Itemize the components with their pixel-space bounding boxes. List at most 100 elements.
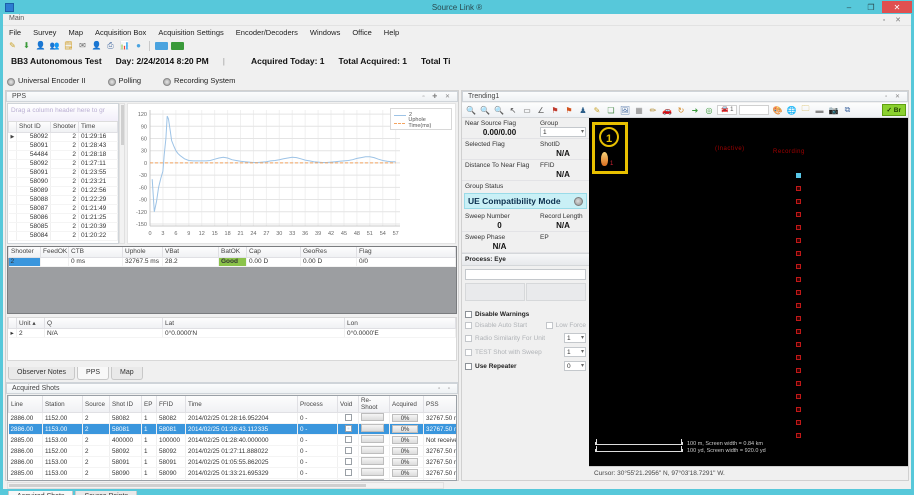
user-icon[interactable]: 👤 <box>35 40 46 51</box>
select-rect-icon[interactable]: ▭ <box>521 104 533 116</box>
acq-col-acquired[interactable]: Acquired <box>390 396 424 413</box>
pps-row[interactable]: 58091201:23:55 <box>9 168 118 177</box>
acq-col-void[interactable]: Void <box>338 396 359 413</box>
reshoot-button[interactable] <box>361 435 384 443</box>
source-point[interactable] <box>796 186 801 191</box>
menu-item-file[interactable]: File <box>9 28 21 37</box>
status-cell[interactable]: 32767.5 ms <box>123 257 163 266</box>
tab-acquired-shots[interactable]: Acquired Shots <box>8 491 73 495</box>
edit-icon[interactable]: ✎ <box>7 40 18 51</box>
reshoot-button[interactable] <box>361 468 384 476</box>
menu-item-survey[interactable]: Survey <box>33 28 56 37</box>
group-select[interactable]: 1 <box>540 127 586 137</box>
dock-caption-buttons[interactable]: ▫ ✕ <box>883 16 905 24</box>
pps-row[interactable]: 58092201:27:11 <box>9 159 118 168</box>
void-checkbox[interactable] <box>345 447 352 454</box>
source-point[interactable] <box>796 225 801 230</box>
photo-icon[interactable]: 🖼 <box>619 104 631 116</box>
acquired-shots-buttons[interactable]: ▫ ▫ <box>438 384 453 394</box>
source-point[interactable] <box>796 342 801 347</box>
status-cell[interactable]: 0/0 <box>357 257 456 266</box>
measure-icon[interactable]: ∠ <box>535 104 547 116</box>
acq-col-station[interactable]: Station <box>43 396 83 413</box>
status-col-cap[interactable]: Cap <box>247 247 301 257</box>
active-source-point[interactable] <box>796 173 801 178</box>
source-point[interactable] <box>796 264 801 269</box>
status-col-vbat[interactable]: VBat <box>163 247 219 257</box>
download-icon[interactable]: ⬇ <box>21 40 32 51</box>
pps-row[interactable]: ▶58092201:29:16 <box>9 132 118 141</box>
source-point[interactable] <box>796 407 801 412</box>
acquired-shot-row[interactable]: 2886.001152.002580891580892014/02/25 01:… <box>9 479 458 482</box>
pps-row[interactable]: 58088201:22:29 <box>9 195 118 204</box>
layer-select[interactable] <box>739 105 769 115</box>
status-col-batok[interactable]: BatOK <box>219 247 247 257</box>
vibrator-unit-icon[interactable] <box>601 152 608 166</box>
acquired-shots-table[interactable]: LineStationSourceShot IDEPFFIDTimeProces… <box>7 395 457 481</box>
acquired-shot-row[interactable]: 2886.001152.002580821580822014/02/25 01:… <box>9 413 458 424</box>
col-shooter[interactable]: Shooter <box>51 122 79 132</box>
acq-col-shot-id[interactable]: Shot ID <box>110 396 142 413</box>
lat-cell[interactable]: 0°0.0000'N <box>163 329 345 338</box>
acquired-shot-row[interactable]: 2885.001153.00240000011000002014/02/25 0… <box>9 435 458 446</box>
printer-icon[interactable]: ⎙ <box>105 40 116 51</box>
reshoot-button[interactable] <box>361 424 384 432</box>
process-field[interactable] <box>465 269 586 280</box>
acq-col-source[interactable]: Source <box>83 396 110 413</box>
draw-icon[interactable]: ✏ <box>647 104 659 116</box>
q-cell[interactable]: N/A <box>45 329 163 338</box>
unit-cell[interactable]: 2 <box>17 329 45 338</box>
source-point[interactable] <box>796 238 801 243</box>
zoom-out-icon[interactable]: 🔍 <box>479 104 491 116</box>
reshoot-button[interactable] <box>361 413 384 421</box>
source-point[interactable] <box>796 355 801 360</box>
source-point[interactable] <box>796 329 801 334</box>
source-point[interactable] <box>796 212 801 217</box>
palette-icon[interactable]: 🎨 <box>771 104 783 116</box>
source-point[interactable] <box>796 290 801 295</box>
broadcast-button[interactable]: ✓ Br <box>882 104 906 116</box>
tab-map[interactable]: Map <box>111 367 143 380</box>
void-checkbox[interactable] <box>345 436 352 443</box>
notes-icon[interactable]: 🗒 <box>63 40 74 51</box>
void-checkbox[interactable] <box>345 458 352 465</box>
unit-icon[interactable]: ♟ <box>577 104 589 116</box>
source-point[interactable] <box>796 303 801 308</box>
status-cell[interactable]: 0 ms <box>69 257 123 266</box>
col-time[interactable]: Time <box>79 122 118 132</box>
acq-col-line[interactable]: Line <box>9 396 43 413</box>
source-point[interactable] <box>796 277 801 282</box>
source-point[interactable] <box>796 394 801 399</box>
globe-icon[interactable]: ● <box>133 40 144 51</box>
acquired-shot-row[interactable]: 2886.001153.002580911580912014/02/25 01:… <box>9 457 458 468</box>
menu-item-acquisition-settings[interactable]: Acquisition Settings <box>158 28 223 37</box>
tab-pps[interactable]: PPS <box>77 367 109 380</box>
zoom-window-icon[interactable]: 🔍 <box>493 104 505 116</box>
shooter-icon[interactable]: 👤 <box>91 40 102 51</box>
acq-col-re-shoot[interactable]: Re-Shoot <box>359 396 390 413</box>
mail-icon[interactable]: ✉ <box>77 40 88 51</box>
acq-col-ep[interactable]: EP <box>142 396 157 413</box>
pps-row[interactable]: 58084201:20:22 <box>9 231 118 240</box>
acquired-shot-row[interactable]: 2886.001152.002580921580922014/02/25 01:… <box>9 446 458 457</box>
tab-source-points[interactable]: Source Points <box>75 491 137 495</box>
vehicle-select[interactable]: 🚘 1 <box>717 105 737 115</box>
menu-item-windows[interactable]: Windows <box>310 28 340 37</box>
menu-item-encoder-decoders[interactable]: Encoder/Decoders <box>236 28 298 37</box>
option-value-field[interactable]: 0 <box>564 361 586 371</box>
option-value-field[interactable]: 1 <box>564 347 586 357</box>
flag-red-icon[interactable]: ⚑ <box>549 104 561 116</box>
status-col-shooter[interactable]: Shooter <box>9 247 41 257</box>
minimize-button[interactable]: – <box>838 1 860 13</box>
checkbox-use-repeater[interactable] <box>465 363 472 370</box>
camera-icon[interactable]: 📷 <box>827 104 839 116</box>
pps-row[interactable]: 58091201:28:43 <box>9 141 118 150</box>
source-point[interactable] <box>796 316 801 321</box>
reshoot-button[interactable] <box>361 457 384 465</box>
acquired-table-hscrollbar[interactable] <box>7 482 444 489</box>
tab-observer-notes[interactable]: Observer Notes <box>8 367 75 380</box>
acquired-shot-row[interactable]: 2886.001153.002580811580812014/02/25 01:… <box>9 424 458 435</box>
unit-number-marker[interactable]: 1 <box>599 127 619 147</box>
status-col-geores[interactable]: GeoRes <box>301 247 357 257</box>
zoom-in-icon[interactable]: 🔍 <box>465 104 477 116</box>
